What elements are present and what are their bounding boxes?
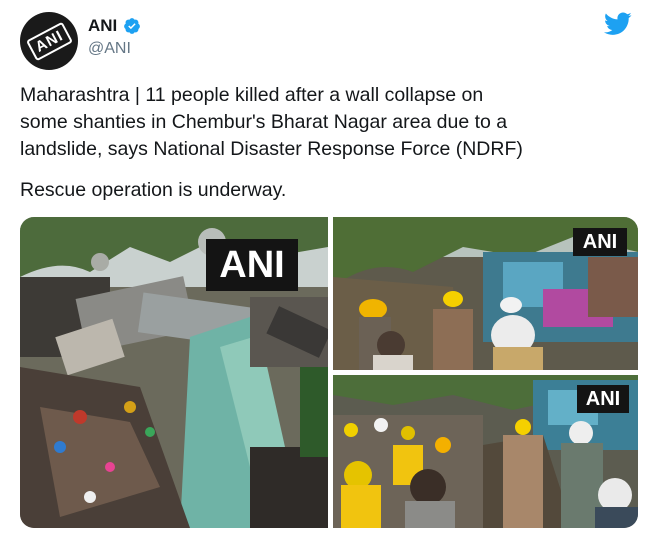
photo-rescue-workers-2[interactable]: ANI [333, 375, 638, 528]
ani-watermark: ANI [577, 385, 629, 413]
tweet-text: Maharashtra | 11 people killed after a w… [20, 84, 523, 160]
ani-logo: ANI [25, 21, 73, 61]
avatar[interactable]: ANI [20, 12, 78, 70]
tweet-media-grid: ANI ANI ANI [20, 217, 638, 528]
photo-collapse-debris[interactable]: ANI [20, 217, 328, 528]
tweet-card: ANI ANI @ANI Maharashtra | 11 people kil… [0, 0, 650, 540]
handle[interactable]: @ANI [88, 40, 131, 58]
ani-watermark: ANI [573, 228, 627, 256]
photo-rescue-workers-1[interactable]: ANI [333, 217, 638, 370]
ani-watermark: ANI [206, 239, 298, 291]
tweet-text-secondary: Rescue operation is underway. [20, 179, 287, 201]
author-name-row: ANI [88, 16, 141, 36]
verified-badge-icon [124, 18, 141, 34]
twitter-bird-icon[interactable] [604, 12, 632, 36]
display-name[interactable]: ANI [88, 16, 117, 36]
